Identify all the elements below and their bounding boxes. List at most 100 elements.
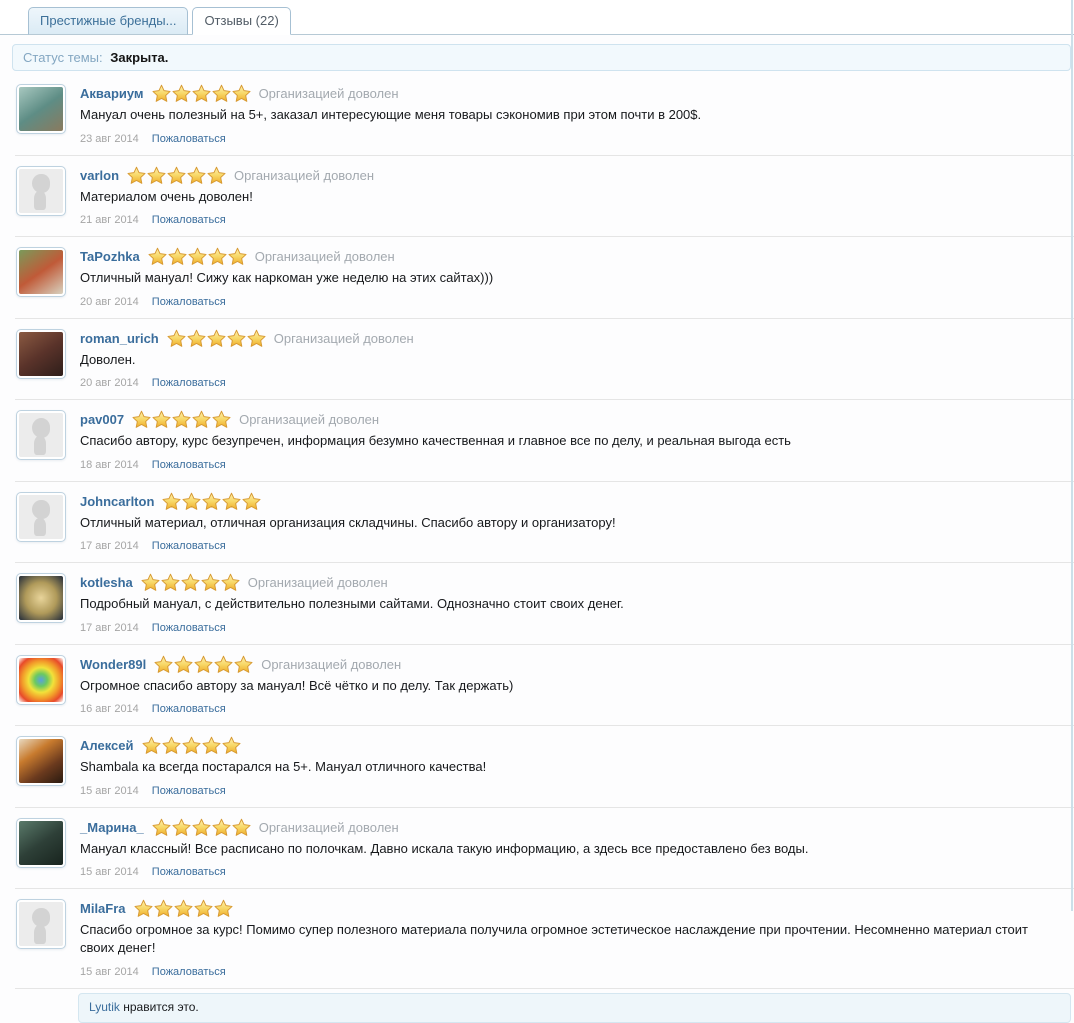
username-link[interactable]: pav007: [80, 412, 124, 427]
review-header: Алексей: [80, 736, 1064, 755]
avatar-image: [19, 331, 63, 376]
avatar-image: [19, 902, 63, 947]
review-date: 16 авг 2014: [80, 703, 139, 716]
review-header: kotlesha Организацией доволен: [80, 573, 1064, 592]
avatar-image: [19, 657, 63, 702]
report-link[interactable]: Пожаловаться: [152, 622, 226, 634]
review-body: MilaFra Спасибо огромное за курс! Помимо…: [80, 899, 1064, 978]
avatar[interactable]: [16, 899, 66, 950]
avatar[interactable]: [16, 328, 66, 379]
review-header: Johncarlton: [80, 492, 1064, 511]
report-link[interactable]: Пожаловаться: [152, 703, 226, 715]
avatar[interactable]: [16, 736, 66, 787]
avatar[interactable]: [16, 654, 66, 705]
report-link[interactable]: Пожаловаться: [152, 785, 226, 797]
report-link[interactable]: Пожаловаться: [152, 133, 226, 145]
avatar[interactable]: [16, 84, 66, 134]
username-link[interactable]: Аквариум: [80, 86, 144, 101]
star-rating-icon: [133, 899, 233, 918]
review-date: 23 авг 2014: [80, 132, 139, 145]
review-item: Алексей Shambala ка всегда постарался на…: [15, 726, 1074, 808]
review-text: Огромное спасибо автору за мануал! Всё ч…: [80, 677, 514, 693]
report-link[interactable]: Пожаловаться: [152, 296, 226, 308]
likes-user-link[interactable]: Lyutik: [89, 1000, 120, 1014]
username-link[interactable]: _Марина_: [80, 820, 144, 835]
avatar-image: [19, 576, 63, 621]
avatar[interactable]: [16, 410, 66, 461]
review-meta: 15 авг 2014 Пожаловаться: [80, 966, 1064, 978]
username-link[interactable]: MilaFra: [80, 901, 126, 916]
review-item: kotlesha Организацией доволен Подробный …: [15, 563, 1074, 645]
review-header: TaPozhka Организацией доволен: [80, 247, 1064, 266]
username-link[interactable]: TaPozhka: [80, 249, 140, 264]
review-meta: 20 авг 2014 Пожаловаться: [80, 296, 1064, 308]
username-link[interactable]: Алексей: [80, 738, 134, 753]
org-satisfied-label: Организацией доволен: [258, 86, 399, 101]
review-date: 17 авг 2014: [80, 621, 139, 634]
username-link[interactable]: roman_urich: [80, 331, 159, 346]
star-rating-icon: [127, 166, 226, 185]
review-list: Аквариум Организацией доволен Мануал оче…: [15, 74, 1074, 1023]
review-meta: 16 авг 2014 Пожаловаться: [80, 703, 1064, 715]
star-rating-icon: [154, 655, 253, 674]
avatar-image: [19, 820, 63, 865]
org-satisfied-label: Организацией доволен: [234, 167, 375, 183]
username-link[interactable]: varlon: [80, 168, 119, 183]
review-text: Отличный мануал! Сижу как наркоман уже н…: [80, 270, 494, 286]
review-text: Мануал классный! Все расписано по полочк…: [80, 840, 809, 856]
star-rating-icon: [148, 247, 247, 266]
review-meta: 18 авг 2014 Пожаловаться: [80, 459, 1064, 471]
review-item: MilaFra Спасибо огромное за курс! Помимо…: [15, 889, 1074, 989]
review-body: Аквариум Организацией доволен Мануал оче…: [80, 84, 1064, 145]
review-item: varlon Организацией доволен Материалом о…: [15, 156, 1074, 238]
thread-status-value: Закрыта.: [110, 50, 169, 65]
review-body: _Марина_ Организацией доволен Мануал кла…: [80, 818, 1064, 878]
review-text: Спасибо огромное за курс! Помимо супер п…: [80, 922, 1028, 956]
review-text: Shambala ка всегда постарался на 5+. Ман…: [80, 759, 487, 775]
org-satisfied-label: Организацией доволен: [261, 656, 402, 672]
report-link[interactable]: Пожаловаться: [152, 377, 226, 389]
star-rating-icon: [141, 736, 241, 755]
avatar[interactable]: [16, 491, 66, 542]
avatar-image: [19, 494, 63, 539]
review-body: Johncarlton Отличный материал, отличная …: [80, 492, 1064, 553]
review-body: kotlesha Организацией доволен Подробный …: [80, 573, 1064, 634]
tab-reviews[interactable]: Отзывы (22): [192, 7, 291, 35]
report-link[interactable]: Пожаловаться: [152, 540, 226, 552]
review-header: Аквариум Организацией доволен: [80, 84, 1064, 103]
username-link[interactable]: Wonder89l: [80, 657, 146, 672]
report-link[interactable]: Пожаловаться: [152, 214, 226, 226]
review-meta: 23 авг 2014 Пожаловаться: [80, 133, 1064, 145]
org-satisfied-label: Организацией доволен: [247, 575, 388, 591]
org-satisfied-label: Организацией доволен: [254, 249, 395, 265]
report-link[interactable]: Пожаловаться: [152, 966, 226, 978]
review-body: roman_urich Организацией доволен Доволен…: [80, 329, 1064, 390]
thread-status-label: Статус темы:: [23, 50, 103, 65]
review-date: 20 авг 2014: [80, 377, 139, 390]
review-body: pav007 Организацией доволен Спасибо авто…: [80, 410, 1064, 471]
review-item: Аквариум Организацией доволен Мануал оче…: [15, 74, 1074, 156]
report-link[interactable]: Пожаловаться: [152, 459, 226, 471]
review-body: Wonder89l Организацией доволен Огромное …: [80, 655, 1064, 715]
review-item: Wonder89l Организацией доволен Огромное …: [15, 645, 1074, 727]
avatar-image: [19, 739, 63, 784]
star-rating-icon: [167, 329, 266, 348]
tab-bar: Престижные бренды... Отзывы (22): [0, 0, 1074, 35]
review-date: 17 авг 2014: [80, 540, 139, 553]
review-text: Доволен.: [80, 351, 136, 367]
tab-prestige-brands[interactable]: Престижные бренды...: [28, 7, 189, 35]
avatar[interactable]: [16, 573, 66, 624]
org-satisfied-label: Организацией доволен: [239, 412, 380, 428]
avatar[interactable]: [16, 817, 66, 868]
review-header: _Марина_ Организацией доволен: [80, 818, 1064, 837]
avatar[interactable]: [16, 165, 66, 216]
report-link[interactable]: Пожаловаться: [152, 866, 226, 878]
star-rating-icon: [132, 410, 231, 429]
avatar[interactable]: [16, 247, 66, 298]
review-text: Отличный материал, отличная организация …: [80, 514, 616, 530]
username-link[interactable]: kotlesha: [80, 575, 133, 590]
username-link[interactable]: Johncarlton: [80, 494, 154, 509]
star-rating-icon: [162, 492, 261, 511]
review-meta: 17 авг 2014 Пожаловаться: [80, 622, 1064, 634]
review-date: 15 авг 2014: [80, 965, 139, 978]
